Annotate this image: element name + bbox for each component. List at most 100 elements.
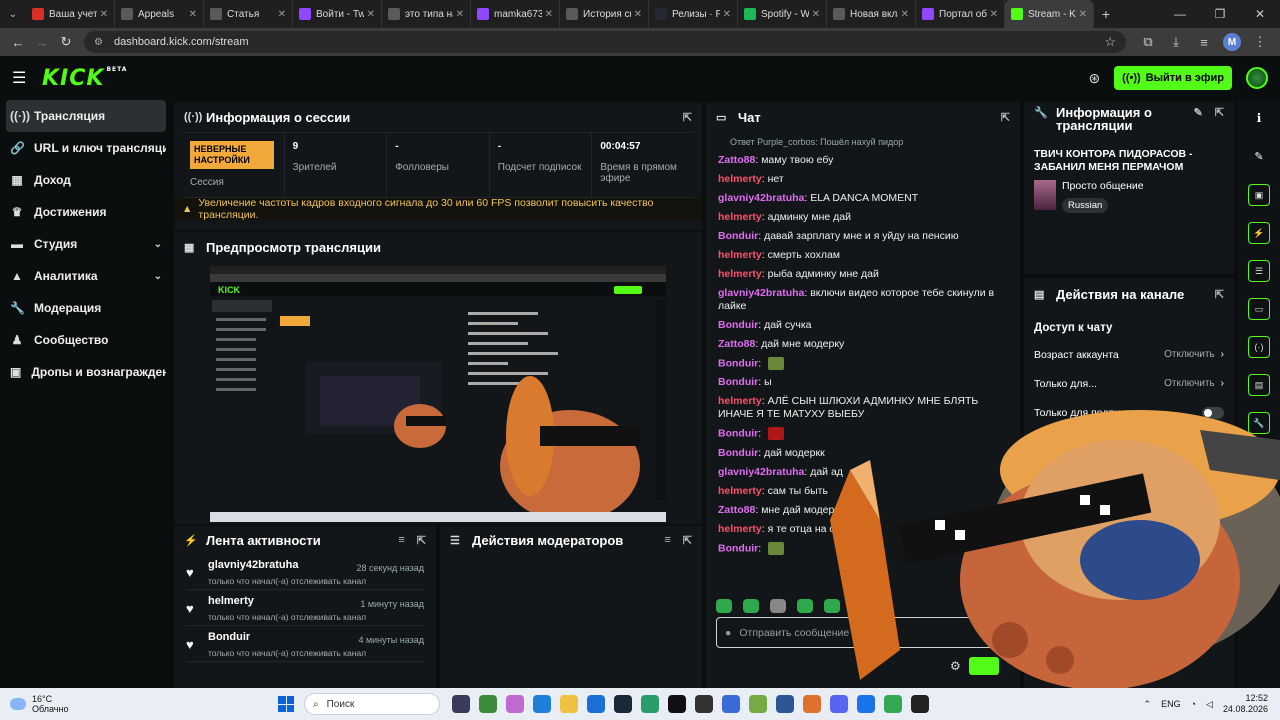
rail-list-icon[interactable]: ☰ xyxy=(1248,260,1270,282)
chat-username[interactable]: helmerty xyxy=(718,268,762,280)
close-tab-icon[interactable]: ✕ xyxy=(100,9,108,20)
back-icon[interactable]: ← xyxy=(6,30,30,54)
sidebar-item-1[interactable]: ((·)) Трансляция xyxy=(6,100,166,132)
steam-icon[interactable] xyxy=(614,695,632,713)
browser-tab[interactable]: это типа на ✕ xyxy=(382,0,471,28)
chat-username[interactable]: helmerty xyxy=(718,485,762,497)
tray-chevron-icon[interactable]: ⌃ xyxy=(1144,699,1152,710)
maximize-icon[interactable]: ❐ xyxy=(1200,0,1240,28)
activity-user[interactable]: glavniy42bratuha xyxy=(208,559,298,573)
popout-icon[interactable]: ⇱ xyxy=(1215,106,1224,119)
activity-user[interactable]: Bonduir xyxy=(208,631,250,645)
volume-icon[interactable]: ◁ xyxy=(1206,699,1213,710)
edit-icon[interactable]: ✎ xyxy=(1194,106,1203,119)
reload-icon[interactable]: ↻ xyxy=(54,30,78,54)
rail-chat-icon[interactable]: ▭ xyxy=(1248,298,1270,320)
taskbar-app-icon[interactable] xyxy=(803,695,821,713)
emote-icon[interactable] xyxy=(797,599,813,613)
browser-tab[interactable]: Appeals ✕ xyxy=(115,0,204,28)
chat-username[interactable]: Zatto88 xyxy=(718,154,755,166)
download-icon[interactable]: ⤓ xyxy=(1162,34,1190,50)
chat-username[interactable]: Bonduir xyxy=(718,542,758,554)
close-tab-icon[interactable]: ✕ xyxy=(367,9,375,20)
chat-username[interactable]: Zatto88 xyxy=(718,338,755,350)
taskbar-app-icon[interactable] xyxy=(776,695,794,713)
weather-widget[interactable]: 16°C Облачно xyxy=(0,694,260,714)
close-tab-icon[interactable]: ✕ xyxy=(545,9,553,20)
chevron-down-icon[interactable]: ⌄ xyxy=(154,271,162,282)
chat-send-button[interactable] xyxy=(968,657,999,675)
popout-icon[interactable]: ⇱ xyxy=(683,111,692,124)
chat-username[interactable]: helmerty xyxy=(718,211,762,223)
profile-avatar[interactable]: M xyxy=(1223,33,1241,51)
browser-tab[interactable]: История ска✕ xyxy=(560,0,649,28)
emote-icon[interactable] xyxy=(770,599,786,613)
chat-username[interactable]: helmerty xyxy=(718,249,762,261)
close-tab-icon[interactable]: ✕ xyxy=(634,9,642,20)
clock[interactable]: 12:52 24.08.2026 xyxy=(1223,693,1268,715)
browser-tab[interactable]: Новая вклад✕ xyxy=(827,0,916,28)
browser-tab[interactable]: Портал обн✕ xyxy=(916,0,1005,28)
activity-user[interactable]: helmerty xyxy=(208,595,254,609)
chat-username[interactable]: Bonduir xyxy=(718,376,758,388)
browser-tab[interactable]: Ваша учетна✕ xyxy=(26,0,115,28)
chrome-icon[interactable] xyxy=(857,695,875,713)
menu-kebab-icon[interactable]: ⋮ xyxy=(1246,34,1274,50)
followers-only-row[interactable]: Только для... Отключить › xyxy=(1024,369,1234,398)
chat-username[interactable]: Bonduir xyxy=(718,357,758,369)
popout-icon[interactable]: ⇱ xyxy=(417,534,426,547)
user-avatar[interactable] xyxy=(1246,67,1268,89)
tab-search-icon[interactable]: ⌄ xyxy=(0,0,26,28)
taskbar-app-icon[interactable] xyxy=(533,695,551,713)
new-tab-button[interactable]: + xyxy=(1094,0,1118,28)
chat-username[interactable]: helmerty xyxy=(718,173,762,185)
hamburger-menu-icon[interactable]: ☰ xyxy=(12,68,32,88)
chevron-down-icon[interactable]: ⌄ xyxy=(154,239,162,250)
rail-wrench-icon[interactable]: 🔧 xyxy=(1248,412,1270,434)
browser-tab[interactable]: Релизы · Fk✕ xyxy=(649,0,738,28)
address-bar[interactable]: ⚙ dashboard.kick.com/stream ☆ xyxy=(84,31,1126,53)
sidebar-item-8[interactable]: ♟ Сообщество xyxy=(6,324,166,356)
popout-icon[interactable]: ⇱ xyxy=(683,534,692,547)
chat-messages[interactable]: Ответ Purple_corbos: Пошёл нахуй пидор Z… xyxy=(706,134,1020,596)
close-tab-icon[interactable]: ✕ xyxy=(1079,9,1087,20)
popout-icon[interactable]: ⇱ xyxy=(1215,288,1224,301)
emote-icon[interactable] xyxy=(824,599,840,613)
emote-icon[interactable] xyxy=(743,599,759,613)
emote-icon[interactable] xyxy=(716,599,732,613)
invalid-settings-badge[interactable]: НЕВЕРНЫЕ НАСТРОЙКИ xyxy=(190,141,274,169)
info-icon[interactable]: ℹ xyxy=(1238,100,1280,136)
browser-tab[interactable]: Войти - Twit✕ xyxy=(293,0,382,28)
browser-tab[interactable]: Spotify - We✕ xyxy=(738,0,827,28)
chat-username[interactable]: glavniy42bratuha xyxy=(718,466,804,478)
subscribers-only-toggle[interactable] xyxy=(1202,406,1224,419)
go-live-button[interactable]: ((•)) Выйти в эфир xyxy=(1114,66,1232,90)
popout-icon[interactable]: ⇱ xyxy=(1001,111,1010,124)
close-tab-icon[interactable]: ✕ xyxy=(723,9,731,20)
reading-list-icon[interactable]: ≡ xyxy=(1190,35,1218,50)
chat-username[interactable]: Zatto88 xyxy=(718,504,755,516)
close-tab-icon[interactable]: ✕ xyxy=(901,9,909,20)
folder-icon[interactable] xyxy=(560,695,578,713)
chat-username[interactable]: Bonduir xyxy=(718,428,758,440)
taskbar-search[interactable]: ⌕ Поиск xyxy=(304,693,440,715)
extensions-icon[interactable]: ⧉ xyxy=(1134,34,1162,50)
language-indicator[interactable]: ENG xyxy=(1161,699,1181,709)
rail-broadcast-icon[interactable]: (·) xyxy=(1248,336,1270,358)
chat-username[interactable]: Bonduir xyxy=(718,447,758,459)
close-tab-icon[interactable]: ✕ xyxy=(278,9,286,20)
browser-tab[interactable]: Stream - Kic✕ xyxy=(1005,0,1094,28)
chat-username[interactable]: helmerty xyxy=(718,523,762,535)
sidebar-item-2[interactable]: 🔗 URL и ключ трансляции xyxy=(6,132,166,164)
chat-username[interactable]: helmerty xyxy=(718,395,762,407)
stream-preview-video[interactable]: KICK xyxy=(210,266,666,522)
sidebar-item-5[interactable]: ▬ Студия ⌄ xyxy=(6,228,166,260)
close-window-icon[interactable]: ✕ xyxy=(1240,0,1280,28)
sidebar-item-9[interactable]: ▣ Дропы и вознаграждения xyxy=(6,356,166,388)
chat-input[interactable]: ● Отправить сообщение xyxy=(716,617,1002,648)
chat-username[interactable]: Bonduir xyxy=(718,230,758,242)
obs-icon[interactable] xyxy=(911,695,929,713)
bookmark-star-icon[interactable]: ☆ xyxy=(1104,34,1116,50)
pencil-icon[interactable]: ✎ xyxy=(1238,136,1280,176)
close-tab-icon[interactable]: ✕ xyxy=(456,9,464,20)
